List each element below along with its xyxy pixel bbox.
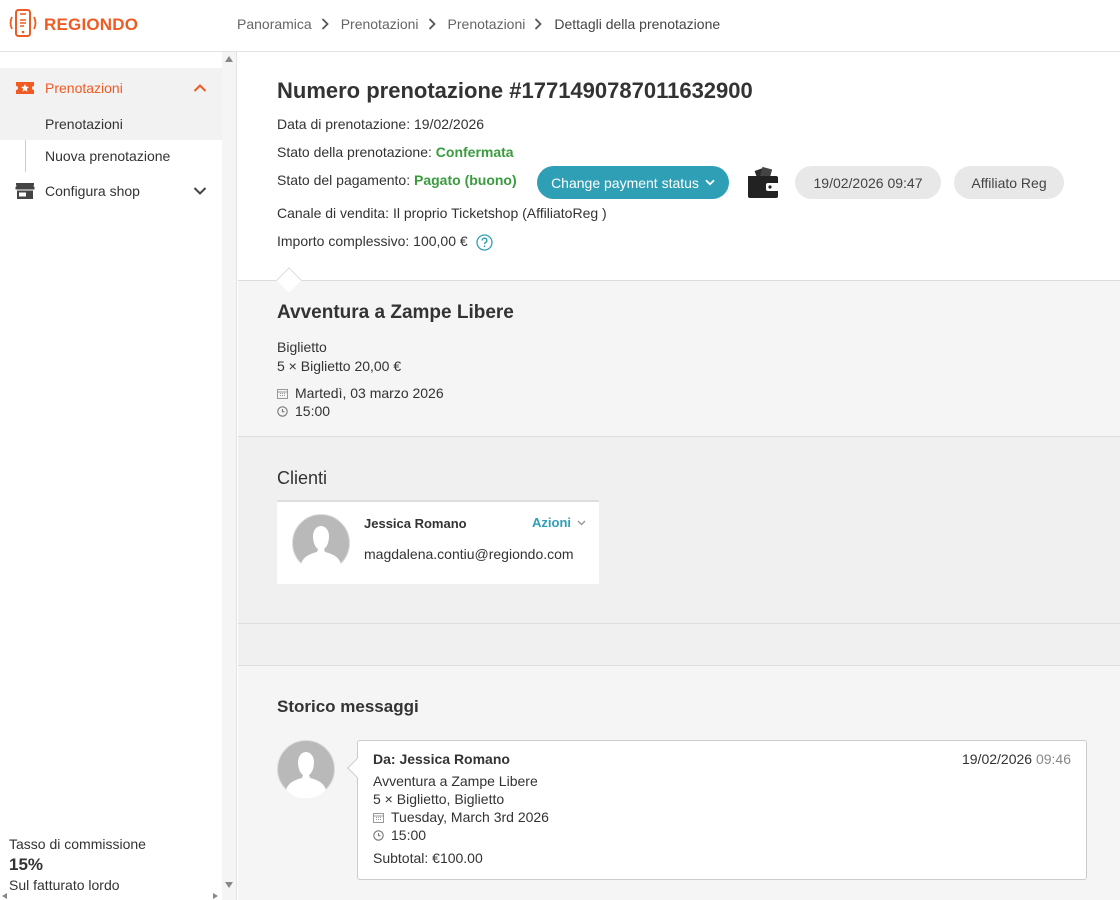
total-amount-line: Importo complessivo: 100,00 €	[277, 233, 493, 251]
avatar	[277, 740, 335, 801]
clients-title: Clienti	[277, 468, 328, 488]
commission-info: Tasso di commissione 15% Sul fatturato l…	[9, 836, 146, 893]
question-circle-icon[interactable]	[475, 234, 493, 251]
brand-name: REGIONDO	[44, 14, 139, 34]
avatar	[292, 514, 350, 575]
booking-timestamp-pill[interactable]: 19/02/2026 09:47	[795, 166, 941, 199]
chevron-down-icon	[705, 179, 715, 186]
booking-number-title: Numero prenotazione #1771490787011632900	[277, 78, 753, 103]
shop-icon	[15, 182, 35, 200]
clock-icon	[277, 405, 289, 417]
message-timestamp: 19/02/2026 09:46	[962, 751, 1071, 767]
ticket-quantity-line: 5 × Biglietto 20,00 €	[277, 358, 402, 374]
client-actions-label: Azioni	[532, 515, 571, 530]
scroll-right-arrow-icon[interactable]	[213, 893, 218, 899]
payment-status-label: Stato del pagamento:	[277, 172, 411, 188]
chevron-down-icon	[577, 520, 586, 526]
message-date: 19/02/2026	[961, 751, 1033, 767]
sidebar-item-configura-shop[interactable]: Configura shop	[0, 172, 222, 210]
booking-status-value: Confermata	[435, 144, 514, 160]
sidebar-item-prenotazioni[interactable]: Prenotazioni	[0, 68, 222, 108]
message-event-time: 15:00	[391, 827, 427, 843]
message-sender: Da: Jessica Romano	[373, 751, 510, 767]
payment-status-line: Stato del pagamento: Pagato (buono)	[277, 172, 517, 188]
client-actions-dropdown[interactable]: Azioni	[532, 515, 586, 530]
product-section: Avventura a Zampe Libere Biglietto 5 × B…	[238, 281, 1120, 437]
event-time-line: 15:00	[277, 403, 330, 419]
booking-status-label: Stato della prenotazione:	[277, 144, 432, 160]
event-date: Martedì, 03 marzo 2026	[295, 385, 444, 401]
clock-icon	[373, 829, 385, 841]
booking-date-label: Data di prenotazione:	[277, 116, 411, 132]
sales-channel-value: Il proprio Ticketshop (AffiliatoReg )	[392, 205, 607, 221]
message-quantity: 5 × Biglietto, Biglietto	[373, 791, 505, 807]
chevron-down-icon[interactable]	[193, 187, 207, 196]
sales-channel-label: Canale di vendita:	[277, 205, 390, 221]
sidebar-item-label: Prenotazioni	[45, 80, 123, 96]
scroll-left-arrow-icon[interactable]	[2, 893, 7, 899]
scroll-down-arrow-icon[interactable]	[225, 882, 233, 888]
breadcrumb-panoramica[interactable]: Panoramica	[237, 16, 312, 32]
chevron-right-icon	[534, 18, 543, 30]
sales-channel-line: Canale di vendita: Il proprio Ticketshop…	[277, 205, 607, 221]
message-product: Avventura a Zampe Libere	[373, 773, 538, 789]
payment-status-value: Pagato (buono)	[414, 172, 517, 188]
message-card: Da: Jessica Romano 19/02/2026 09:46 Avve…	[347, 740, 1087, 880]
scroll-up-arrow-icon[interactable]	[225, 56, 233, 62]
breadcrumb-current: Dettagli della prenotazione	[554, 16, 721, 32]
sidebar-horizontal-scrollbar[interactable]	[0, 892, 222, 900]
breadcrumb-prenotazioni-1[interactable]: Prenotazioni	[341, 16, 419, 32]
booking-date-value: 19/02/2026	[413, 116, 485, 132]
breadcrumb: Panoramica Prenotazioni Prenotazioni Det…	[237, 16, 720, 32]
calendar-icon	[373, 812, 385, 823]
commission-title: Tasso di commissione	[9, 836, 146, 852]
clients-section: Clienti Jessica Romano Azioni magdalena.…	[238, 437, 1120, 624]
event-time: 15:00	[295, 403, 331, 419]
chevron-right-icon	[321, 18, 329, 30]
message-event-time-line: 15:00	[373, 827, 426, 843]
product-name: Avventura a Zampe Libere	[277, 302, 514, 323]
event-date-line: Martedì, 03 marzo 2026	[277, 385, 444, 401]
calendar-icon	[277, 388, 289, 399]
breadcrumb-prenotazioni-2[interactable]: Prenotazioni	[448, 16, 526, 32]
ticket-type: Biglietto	[277, 339, 327, 355]
booking-status-line: Stato della prenotazione: Confermata	[277, 144, 514, 160]
booking-date-line: Data di prenotazione: 19/02/2026	[277, 116, 484, 132]
message-history-section: Storico messaggi Da: Jessica Romano 19/0…	[238, 666, 1120, 900]
change-payment-status-button[interactable]: Change payment status	[537, 166, 729, 199]
commission-subtitle: Sul fatturato lordo	[9, 877, 120, 893]
empty-section	[238, 624, 1120, 666]
sidebar-scrollbar[interactable]	[222, 52, 236, 900]
client-card: Jessica Romano Azioni magdalena.contiu@r…	[277, 500, 599, 584]
change-payment-status-label: Change payment status	[551, 174, 699, 191]
commission-value: 15%	[9, 855, 44, 874]
ticket-star-icon	[15, 80, 35, 96]
chevron-up-icon[interactable]	[193, 84, 207, 93]
affiliate-pill[interactable]: Affiliato Reg	[954, 166, 1064, 199]
booking-summary-section: Numero prenotazione #1771490787011632900…	[238, 52, 1120, 293]
chevron-right-icon	[428, 18, 436, 30]
brand-logo[interactable]: REGIONDO	[8, 8, 138, 41]
main-content: Numero prenotazione #1771490787011632900…	[238, 52, 1120, 900]
top-header: REGIONDO Panoramica Prenotazioni Prenota…	[0, 0, 1120, 52]
sidebar-item-label: Configura shop	[45, 183, 140, 199]
message-pointer	[347, 758, 367, 778]
sidebar: Prenotazioni Prenotazioni Nuova prenotaz…	[0, 52, 237, 900]
message-subtotal: Subtotal: €100.00	[373, 850, 483, 866]
sidebar-subitem-nuova-prenotazione[interactable]: Nuova prenotazione	[0, 140, 222, 172]
client-email[interactable]: magdalena.contiu@regiondo.com	[364, 546, 574, 562]
phone-logo-icon	[8, 8, 38, 41]
message-time: 09:46	[1035, 751, 1071, 767]
message-history-title: Storico messaggi	[277, 697, 419, 716]
total-amount-label: Importo complessivo:	[277, 233, 410, 249]
wallet-icon[interactable]	[746, 166, 780, 200]
client-name: Jessica Romano	[364, 516, 467, 531]
message-event-date-line: Tuesday, March 3rd 2026	[373, 809, 549, 825]
sidebar-subitem-prenotazioni[interactable]: Prenotazioni	[0, 108, 222, 140]
total-amount-value: 100,00 €	[413, 233, 468, 249]
message-event-date: Tuesday, March 3rd 2026	[391, 809, 549, 825]
